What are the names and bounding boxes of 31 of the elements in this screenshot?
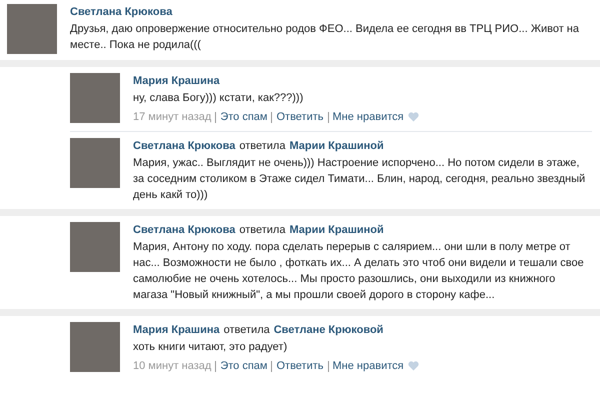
author-link[interactable]: Мария Крашина	[133, 322, 220, 338]
action-link[interactable]: Это спам	[215, 112, 268, 122]
recipient-link[interactable]: Светлане Крюковой	[274, 322, 384, 338]
action-link[interactable]: Мне нравится	[328, 360, 404, 372]
action-link[interactable]: Это спам	[215, 360, 268, 372]
comment-text: хоть книги читают, это радует)	[133, 340, 288, 355]
comment-text: ну, слава Богу))) кстати, как???)))	[133, 91, 304, 106]
author-link[interactable]: Светлана Крюкова	[133, 222, 236, 238]
heart-icon[interactable]	[408, 112, 419, 122]
author-link[interactable]: Светлана Крюкова	[133, 138, 236, 154]
timestamp: 10 минут назад	[133, 359, 212, 374]
author-link[interactable]: Светлана Крюкова	[70, 4, 172, 20]
comment-text: Мария, Антону по ходу. пора сделать перерыв с салярием... они шли в полу метре от нас... Возможности не было , фоткать их... А делать это чтоб они видели и тешали свое самолюбие не очень хотелось... Мы просто разошлись, они выходили из книжного магаза "Новый книжный", а мы прошли своей дорого в сторону кафе...	[133, 240, 585, 303]
recipient-link[interactable]: Марии Крашиной	[289, 138, 384, 154]
reply-label: ответила	[239, 223, 286, 238]
recipient-link[interactable]: Марии Крашиной	[289, 222, 384, 238]
action-link[interactable]: Ответить	[271, 112, 324, 122]
timestamp: 17 минут назад	[133, 110, 212, 125]
comment-text: Друзья, даю опровержение относительно родов ФЕО... Видела ее сегодня вв ТРЦ РИО... Живот на месте.. Пока не родила(((	[70, 22, 580, 53]
avatar-placeholder	[70, 73, 120, 123]
action-link[interactable]: Мне нравится	[328, 112, 404, 122]
avatar-placeholder	[70, 138, 120, 188]
heart-icon[interactable]	[408, 361, 419, 371]
author-link[interactable]: Мария Крашина	[133, 73, 220, 89]
action-link[interactable]: Ответить	[271, 360, 324, 372]
avatar-placeholder	[7, 4, 57, 54]
avatar-placeholder	[70, 322, 120, 372]
reply-label: ответила	[224, 323, 270, 338]
reply-label: ответила	[239, 139, 286, 154]
comment-text: Мария, ужас.. Выглядит не очень))) Настроение испорчено... Но потом сидели в этаже, за соседним столиком в Этаже сидел Тимати... Блин, народ, сегодня, реально звездный день какй то)))	[133, 156, 586, 203]
avatar-placeholder	[70, 222, 120, 272]
